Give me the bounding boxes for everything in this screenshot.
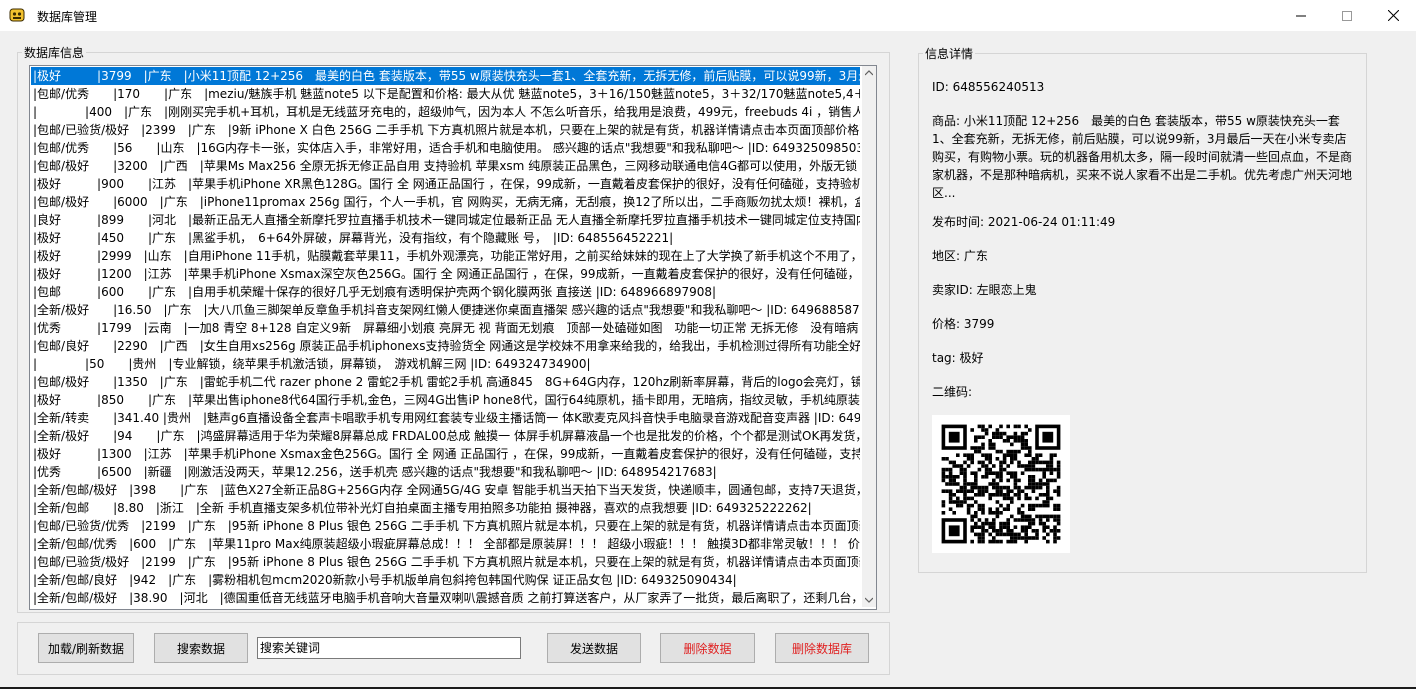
record-listbox[interactable]: |极好 |3799 |广东 |小米11顶配 12+256 最美的白色 套装版本，… — [29, 65, 877, 610]
list-item[interactable]: |包邮/极好 |1350 |广东 |雷蛇手机二代 razer phone 2 雷… — [31, 373, 860, 391]
delete-data-button[interactable]: 删除数据 — [660, 633, 755, 663]
title-bar[interactable]: 数据库管理 — [0, 0, 1416, 31]
list-item[interactable]: |包邮/极好 |6000 |广东 |iPhone11promax 256g 国行… — [31, 193, 860, 211]
list-item[interactable]: |极好 |450 |广东 |黑鲨手机， 6+64外屏破，屏幕背光，没有指纹，有个… — [31, 229, 860, 247]
list-item[interactable]: |包邮/良好 |2290 |广西 |女生自用xs256g 原装正品手机iphon… — [31, 337, 860, 355]
list-item[interactable]: |全新/转卖 |341.40 |贵州 |魅声g6直播设备全套声卡唱歌手机专用网红… — [31, 409, 860, 427]
database-app-icon — [9, 8, 25, 22]
list-item[interactable]: | |400 |广东 |刚刚买完手机+耳机，耳机是无线蓝牙充电的，超级帅气，因为… — [31, 103, 860, 121]
list-item[interactable]: |优秀 |1799 |云南 |一加8 青空 8+128 自定义9新 屏幕细小划痕… — [31, 319, 860, 337]
list-item[interactable]: |包邮/极好 |3200 |广西 |苹果Ms Max256 全原无拆无修正品自用… — [31, 157, 860, 175]
maximize-icon — [1342, 10, 1352, 21]
list-item[interactable]: |全新/极好 |16.50 |广东 |大八爪鱼三脚架单反章鱼手机抖音支架网红懒人… — [31, 301, 860, 319]
detail-info-legend: 信息详情 — [925, 47, 974, 61]
detail-id: ID: 648556240513 — [932, 80, 1045, 94]
list-item[interactable]: |优秀 |6500 |新疆 |刚激活没两天，苹果12.256，送手机壳 感兴趣的… — [31, 463, 860, 481]
list-item[interactable]: |极好 |900 |江苏 |苹果手机iPhone XR黑色128G。国行 全 网… — [31, 175, 860, 193]
close-button[interactable] — [1370, 0, 1416, 31]
list-item[interactable]: |包邮/优秀 |170 |广东 |meziu/魅族手机 魅蓝note5 以下是配… — [31, 85, 860, 103]
list-item[interactable]: |全新/包邮 |8.80 |浙江 |全新 手机直播支架多机位带补光灯自拍桌面主播… — [31, 499, 860, 517]
load-refresh-button[interactable]: 加载/刷新数据 — [38, 633, 134, 663]
list-item[interactable]: |全新/包邮/良好 |942 |广东 |雾粉相机包mcm2020新款小号手机版单… — [31, 571, 860, 589]
list-item[interactable]: |包邮/已验货/极好 |2399 |广东 |9新 iPhone X 白色 256… — [31, 121, 860, 139]
list-item[interactable]: |全新/包邮/极好 |38.90 |河北 |德国重低音无线蓝牙电脑手机音响大音量… — [31, 589, 860, 607]
minimize-icon — [1296, 15, 1306, 16]
list-item[interactable]: | |50 |贵州 |专业解锁，绕苹果手机激活锁，屏幕锁， 游戏机解三网 |ID… — [31, 355, 860, 373]
list-item[interactable]: |极好 |3799 |广东 |小米11顶配 12+256 最美的白色 套装版本，… — [31, 67, 860, 85]
list-item[interactable]: |极好 |1200 |江苏 |苹果手机iPhone Xsmax深空灰色256G。… — [31, 265, 860, 283]
qr-code-icon — [941, 424, 1061, 544]
detail-tag: tag: 极好 — [932, 351, 984, 365]
scroll-down-button[interactable] — [862, 593, 876, 607]
close-icon — [1387, 10, 1399, 21]
detail-publish-time: 发布时间: 2021-06-24 01:11:49 — [932, 215, 1116, 229]
list-item[interactable]: |全新/包邮/极好 |398 |广东 |蓝色X27全新正品8G+256G内存 全… — [31, 481, 860, 499]
detail-product: 商品: 小米11顶配 12+256 最美的白色 套装版本，带55 w原装快充头一… — [932, 114, 1353, 200]
send-data-button[interactable]: 发送数据 — [547, 633, 641, 663]
list-item[interactable]: |全新/极好 |94 |广东 |鸿盛屏幕适用于华为荣耀8屏幕总成 FRDAL00… — [31, 427, 860, 445]
minimize-button[interactable] — [1278, 0, 1324, 31]
vertical-scrollbar[interactable] — [862, 66, 876, 607]
app-window: 数据库管理 数据库信息 |极好 |3799 |广东 |小米11顶配 12+256… — [0, 0, 1416, 689]
detail-seller: 卖家ID: 左眼恋上鬼 — [932, 283, 1037, 297]
scroll-up-button[interactable] — [862, 66, 876, 80]
maximize-button[interactable] — [1324, 0, 1370, 31]
detail-qr-label: 二维码: — [932, 385, 973, 399]
chevron-down-icon — [865, 597, 873, 603]
qr-code-image — [932, 415, 1070, 553]
list-item[interactable]: |包邮/已验货/极好 |2199 |广东 |95新 iPhone 8 Plus … — [31, 553, 860, 571]
list-item[interactable]: |极好 |1300 |江苏 |苹果手机iPhone Xsmax金色256G。国行… — [31, 445, 860, 463]
window-title: 数据库管理 — [37, 10, 98, 24]
delete-database-button[interactable]: 删除数据库 — [775, 633, 869, 663]
list-item[interactable]: |良好 |899 |河北 |最新正品无人直播全新摩托罗拉直播手机技术一键同城定位… — [31, 211, 860, 229]
list-item[interactable]: |包邮/已验货/优秀 |2199 |广东 |95新 iPhone 8 Plus … — [31, 517, 860, 535]
list-item[interactable]: |极好 |2999 |山东 |自用iPhone 11手机，贴膜戴套苹果11，手机… — [31, 247, 860, 265]
list-item[interactable]: |包邮/优秀 |56 |山东 |16G内存卡一张，实体店入手，非常好用，适合手机… — [31, 139, 860, 157]
search-button[interactable]: 搜索数据 — [154, 633, 248, 663]
database-info-legend: 数据库信息 — [24, 46, 85, 60]
search-input[interactable]: 搜索关键词 — [257, 637, 521, 659]
record-rows: |极好 |3799 |广东 |小米11顶配 12+256 最美的白色 套装版本，… — [31, 67, 860, 607]
list-item[interactable]: |全新/包邮/优秀 |600 |广东 |苹果11pro Max纯原装超级小瑕疵屏… — [31, 535, 860, 553]
list-item[interactable]: |包邮 |600 |广东 |自用手机荣耀十保存的很好几乎无划痕有透明保护壳两个钢… — [31, 283, 860, 301]
detail-price: 价格: 3799 — [932, 317, 995, 331]
list-item[interactable]: |极好 |850 |广东 |苹果出售iphone8代64国行手机,金色，三网4G… — [31, 391, 860, 409]
chevron-up-icon — [865, 70, 873, 76]
detail-region: 地区: 广东 — [932, 249, 988, 263]
